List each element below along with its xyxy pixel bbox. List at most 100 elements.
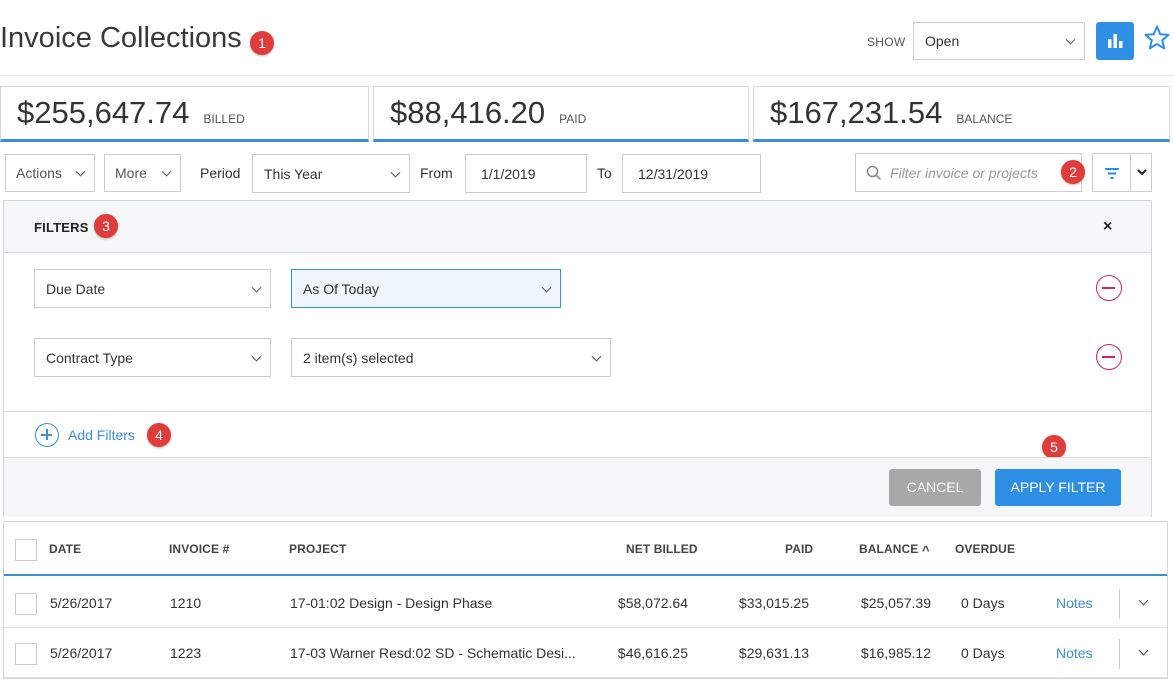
page-header: Invoice Collections 1 SHOW Open (0, 0, 1173, 76)
chevron-down-icon (251, 282, 262, 293)
filters-panel: FILTERS 3 × Due Date As Of Today Contrac… (3, 200, 1152, 517)
cell-balance: $16,985.12 (860, 645, 931, 661)
chevron-down-icon[interactable] (1131, 154, 1153, 191)
table-row[interactable]: 5/26/2017 1223 17-03 Warner Resd:02 SD -… (4, 628, 1167, 678)
row-divider (1119, 589, 1120, 619)
star-favorite-icon[interactable] (1143, 24, 1171, 52)
filter-value: 2 item(s) selected (303, 349, 414, 366)
apply-filter-button[interactable]: APPLY FILTER (995, 469, 1121, 506)
select-all-checkbox[interactable] (15, 539, 37, 561)
balance-total-card: $167,231.54 BALANCE (753, 86, 1170, 142)
more-label: More (115, 165, 147, 181)
column-header-date[interactable]: DATE (49, 542, 81, 556)
row-checkbox[interactable] (15, 643, 37, 665)
cell-invoice: 1223 (170, 645, 202, 661)
callout-badge-5: 5 (1042, 435, 1066, 459)
cell-project: 17-01:02 Design - Design Phase (290, 595, 493, 611)
actions-label: Actions (16, 165, 62, 181)
show-select[interactable]: Open (913, 22, 1085, 60)
remove-filter-icon[interactable] (1096, 344, 1122, 370)
add-circle-icon[interactable] (35, 423, 59, 447)
from-date-input[interactable]: 1/1/2019 (465, 154, 587, 193)
period-label: Period (200, 165, 241, 181)
page-title: Invoice Collections (0, 22, 242, 54)
column-header-invoice[interactable]: INVOICE # (169, 542, 229, 556)
search-input[interactable]: Filter invoice or projects (855, 153, 1082, 192)
cell-project: 17-03 Warner Resd:02 SD - Schematic Desi… (290, 645, 576, 661)
filter-field-select-contract-type[interactable]: Contract Type (34, 338, 271, 377)
more-dropdown[interactable]: More (104, 154, 181, 192)
row-divider (1119, 639, 1120, 669)
close-icon[interactable]: × (1103, 218, 1112, 236)
billed-total-card: $255,647.74 BILLED (0, 86, 369, 142)
filter-field-value: Due Date (46, 280, 106, 297)
notes-link[interactable]: Notes (1056, 595, 1093, 611)
callout-badge-2: 2 (1061, 160, 1085, 184)
balance-label: BALANCE (956, 112, 1013, 126)
paid-label: PAID (559, 112, 587, 126)
filter-value-select-as-of-today[interactable]: As Of Today (291, 269, 561, 308)
cell-invoice: 1210 (170, 595, 202, 611)
cell-paid: $29,631.13 (738, 645, 809, 661)
cell-date: 5/26/2017 (50, 645, 113, 661)
add-filters-link[interactable]: Add Filters (68, 427, 135, 443)
billed-amount: $255,647.74 (17, 95, 190, 130)
chevron-down-icon (390, 167, 401, 178)
chevron-down-icon[interactable] (1138, 645, 1149, 656)
chevron-down-icon (591, 351, 602, 362)
filters-panel-footer: CANCEL APPLY FILTER (4, 457, 1151, 517)
callout-badge-3: 3 (94, 214, 118, 238)
column-header-overdue[interactable]: OVERDUE (955, 542, 1015, 556)
filters-panel-header: FILTERS 3 × (4, 201, 1151, 253)
search-icon (866, 165, 882, 180)
actions-dropdown[interactable]: Actions (5, 154, 95, 192)
column-header-balance[interactable]: BALANCE (859, 542, 918, 556)
cancel-button[interactable]: CANCEL (889, 469, 981, 506)
table-row[interactable]: 5/26/2017 1210 17-01:02 Design - Design … (4, 578, 1167, 628)
panel-divider (4, 411, 1151, 412)
show-select-value: Open (925, 33, 960, 49)
column-header-project[interactable]: PROJECT (289, 542, 346, 556)
notes-link[interactable]: Notes (1056, 645, 1093, 661)
chevron-down-icon (251, 351, 262, 362)
to-date-input[interactable]: 12/31/2019 (622, 154, 761, 193)
cell-net-billed: $58,072.64 (617, 595, 688, 611)
from-date-value: 1/1/2019 (481, 165, 536, 182)
paid-amount: $88,416.20 (390, 95, 546, 130)
invoice-table: DATE INVOICE # PROJECT NET BILLED PAID B… (3, 521, 1168, 679)
chevron-down-icon (541, 282, 552, 293)
filters-title: FILTERS (34, 220, 89, 235)
paid-total-card: $88,416.20 PAID (373, 86, 749, 142)
filter-value-select-contract-type[interactable]: 2 item(s) selected (291, 338, 611, 377)
cell-overdue: 0 Days (961, 645, 1005, 661)
cell-overdue: 0 Days (961, 595, 1005, 611)
callout-badge-1: 1 (250, 31, 274, 55)
show-label: SHOW (867, 35, 906, 49)
search-placeholder: Filter invoice or projects (890, 164, 1038, 181)
chevron-down-icon (161, 166, 172, 177)
sort-ascending-icon[interactable]: ^ (922, 543, 930, 558)
filter-icon (1105, 168, 1119, 179)
filter-field-select-due-date[interactable]: Due Date (34, 269, 271, 308)
balance-amount: $167,231.54 (770, 95, 943, 130)
chevron-down-icon[interactable] (1138, 595, 1149, 606)
column-header-net-billed[interactable]: NET BILLED (626, 542, 698, 556)
cell-net-billed: $46,616.25 (617, 645, 688, 661)
cell-balance: $25,057.39 (860, 595, 931, 611)
period-value: This Year (264, 165, 323, 182)
remove-filter-icon[interactable] (1096, 275, 1122, 301)
billed-label: BILLED (203, 112, 245, 126)
to-label: To (597, 165, 612, 181)
chart-view-button[interactable] (1096, 22, 1134, 60)
table-header: DATE INVOICE # PROJECT NET BILLED PAID B… (4, 522, 1167, 576)
period-select[interactable]: This Year (252, 154, 410, 193)
cell-paid: $33,015.25 (738, 595, 809, 611)
from-label: From (420, 165, 453, 181)
filter-field-value: Contract Type (46, 349, 133, 366)
filter-value: As Of Today (303, 280, 380, 297)
callout-badge-4: 4 (147, 423, 171, 447)
row-checkbox[interactable] (15, 593, 37, 615)
filter-toggle-button[interactable] (1092, 153, 1152, 192)
column-header-paid[interactable]: PAID (785, 542, 813, 556)
chevron-down-icon (75, 166, 86, 177)
